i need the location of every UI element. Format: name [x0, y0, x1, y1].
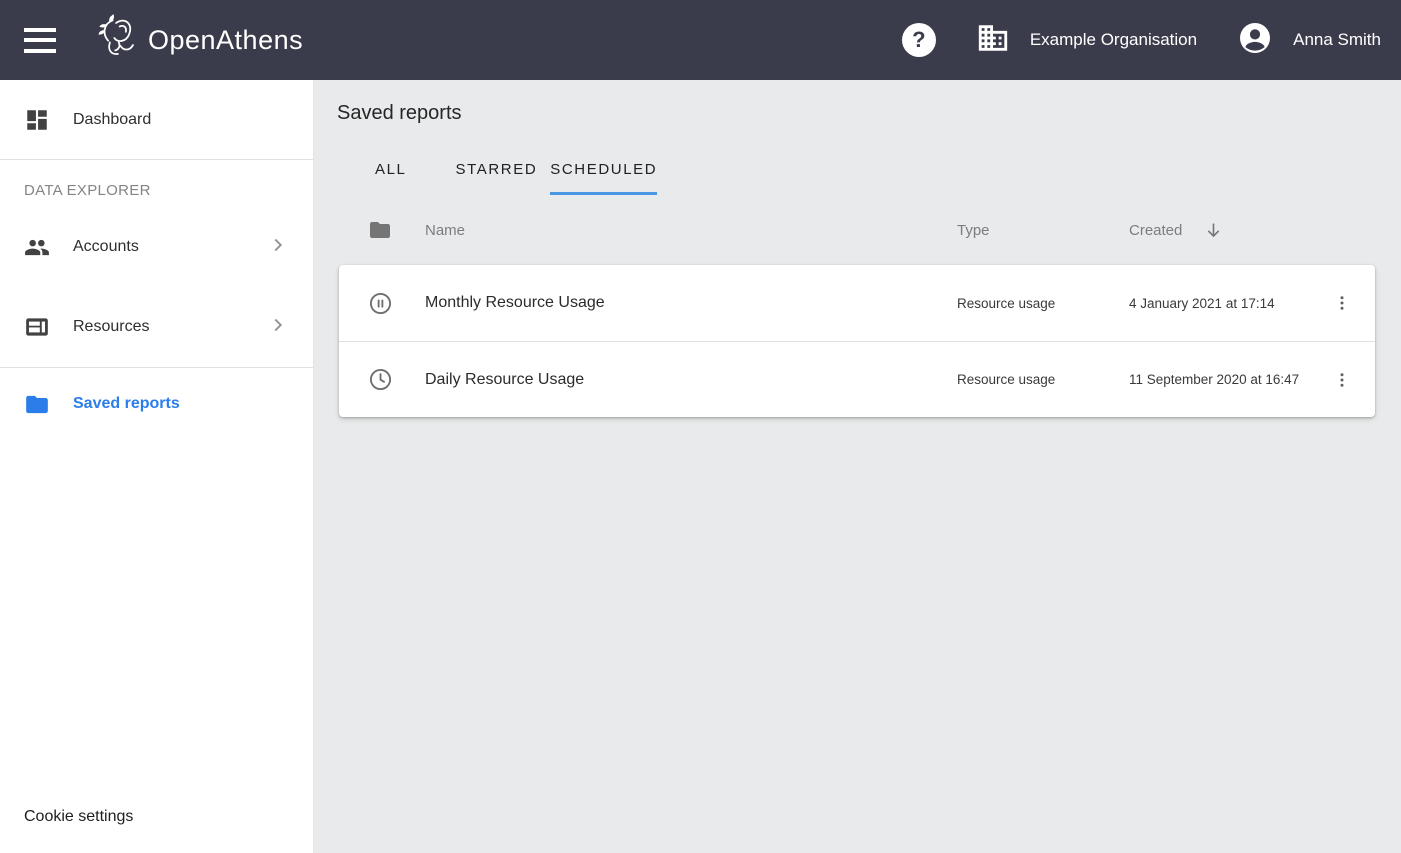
organisation-building-icon [976, 21, 1010, 60]
table-header-row: Name Type Created [339, 195, 1375, 265]
account-avatar-icon [1237, 20, 1273, 61]
people-icon [24, 234, 50, 260]
chevron-right-icon [267, 314, 289, 341]
pause-circle-icon [339, 291, 425, 316]
report-name: Daily Resource Usage [425, 371, 957, 389]
report-type: Resource usage [957, 296, 1129, 311]
sidebar-item-dashboard[interactable]: Dashboard [0, 93, 313, 147]
help-icon[interactable]: ? [902, 23, 936, 57]
sidebar-item-label: Dashboard [73, 111, 289, 129]
folder-icon [24, 391, 50, 417]
report-created: 11 September 2020 at 16:47 [1129, 372, 1324, 387]
sidebar-item-label: Saved reports [73, 395, 289, 413]
folder-column-icon [339, 218, 425, 242]
user-name: Anna Smith [1293, 30, 1381, 50]
report-created: 4 January 2021 at 17:14 [1129, 296, 1324, 311]
row-kebab-menu-icon[interactable] [1326, 287, 1358, 319]
tab-all[interactable]: ALL [375, 161, 407, 195]
sidebar-item-label: Resources [73, 318, 267, 336]
reports-table: Name Type Created [339, 195, 1375, 417]
menu-icon[interactable] [24, 28, 56, 53]
sidebar-navigation: Dashboard DATA EXPLORER Accounts Resourc… [0, 80, 314, 853]
column-header-created[interactable]: Created [1129, 221, 1324, 240]
sidebar-item-saved-reports[interactable]: Saved reports [0, 380, 313, 428]
report-name: Monthly Resource Usage [425, 294, 957, 312]
openathens-brand: OpenAthens [94, 12, 303, 69]
organisation-name: Example Organisation [1030, 30, 1197, 50]
table-row[interactable]: Daily Resource Usage Resource usage 11 S… [339, 341, 1375, 417]
table-row[interactable]: Monthly Resource Usage Resource usage 4 … [339, 265, 1375, 341]
cookie-settings-button[interactable]: Cookie settings [24, 808, 133, 826]
account-menu[interactable]: Anna Smith [1237, 20, 1381, 61]
dashboard-icon [24, 107, 50, 133]
column-header-name[interactable]: Name [425, 222, 957, 239]
organisation-switcher[interactable]: Example Organisation [976, 21, 1197, 60]
reports-card: Monthly Resource Usage Resource usage 4 … [339, 265, 1375, 417]
sort-descending-arrow-icon[interactable] [1204, 221, 1223, 240]
brand-wordmark: OpenAthens [148, 25, 303, 56]
sidebar-section-label: DATA EXPLORER [0, 182, 313, 199]
resources-layout-icon [24, 314, 50, 340]
clock-icon [339, 367, 425, 392]
column-header-created-label: Created [1129, 222, 1182, 239]
sidebar-divider [0, 367, 313, 368]
report-type: Resource usage [957, 372, 1129, 387]
openathens-logo-icon [94, 12, 140, 69]
sidebar-item-label: Accounts [73, 238, 267, 256]
sidebar-item-accounts[interactable]: Accounts [0, 223, 313, 271]
column-header-type[interactable]: Type [957, 222, 1129, 239]
sidebar-divider [0, 159, 313, 160]
sidebar-item-resources[interactable]: Resources [0, 303, 313, 351]
page-title: Saved reports [337, 102, 1401, 125]
top-app-bar: OpenAthens ? Example Organisation Anna S… [0, 0, 1401, 80]
row-kebab-menu-icon[interactable] [1326, 364, 1358, 396]
chevron-right-icon [267, 234, 289, 261]
tab-starred[interactable]: STARRED [456, 161, 538, 195]
main-content: Saved reports ALL STARRED SCHEDULED Name… [315, 80, 1401, 853]
saved-reports-tabs: ALL STARRED SCHEDULED [375, 161, 1401, 195]
tab-scheduled[interactable]: SCHEDULED [550, 161, 657, 195]
